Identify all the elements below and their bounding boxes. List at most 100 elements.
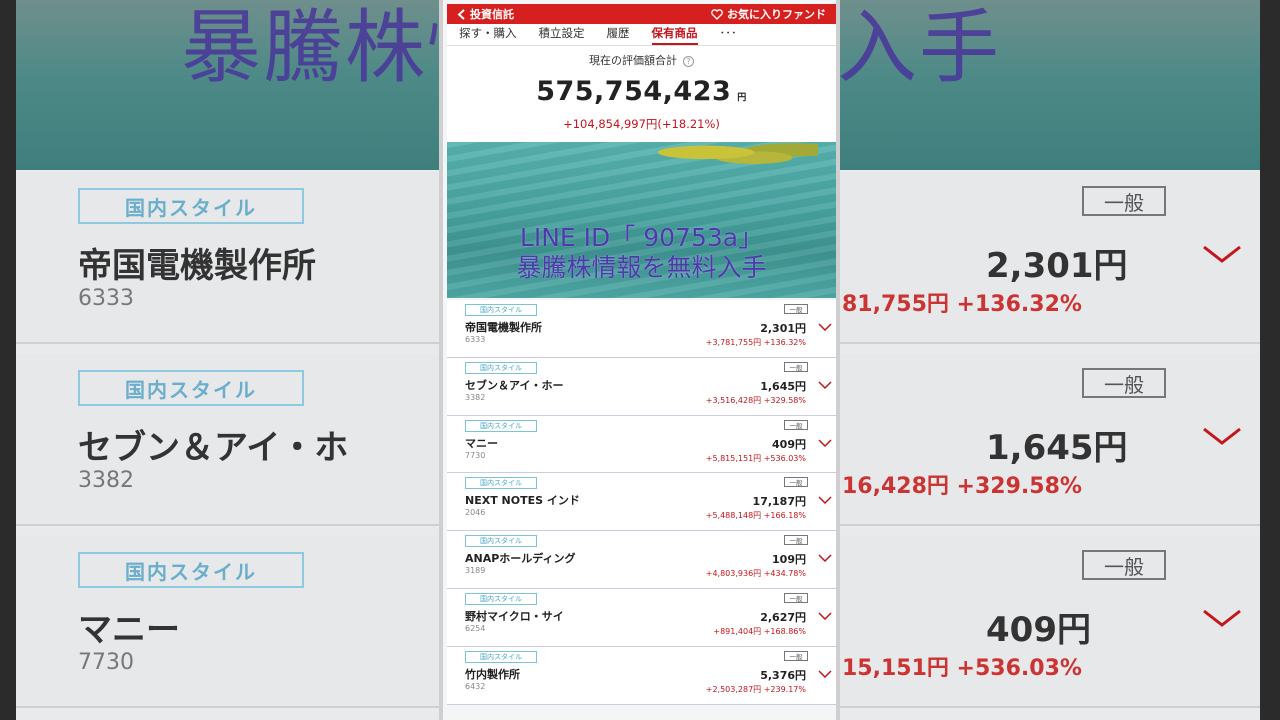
holding-price: 2,627円 — [760, 610, 806, 624]
overlay-text-line-2: 暴騰株情報を無料入手 — [516, 253, 767, 282]
chevron-down-icon — [1203, 427, 1241, 445]
category-tag: 国内スタイル — [465, 592, 537, 605]
holding-code: 6333 — [465, 335, 486, 344]
tab-recurring-setup[interactable]: 積立設定 — [539, 25, 585, 45]
holding-name: 帝国電機製作所 — [465, 321, 542, 334]
holding-price: 109円 — [772, 553, 806, 567]
total-valuation-row: 575,754,423 円 — [447, 76, 836, 107]
background-edge-left — [0, 0, 16, 720]
chevron-down-icon[interactable] — [818, 496, 832, 505]
account-type-badge: 一般 — [784, 361, 808, 372]
holding-price: 17,187円 — [752, 495, 806, 509]
holding-name: セブン＆アイ・ホー — [465, 378, 564, 392]
background-account-badge: 一般 — [1082, 368, 1166, 398]
chevron-down-icon[interactable] — [818, 323, 832, 331]
background-stock-code: 3382 — [78, 468, 134, 493]
background-stock-price: 2,301円 — [986, 246, 1128, 286]
total-gain: +104,854,997円(+18.21%) — [563, 117, 720, 131]
summary-label-row: 現在の評価額合計? — [447, 52, 836, 68]
holding-name: NEXT NOTES インド — [465, 494, 580, 508]
background-account-badge: 一般 — [1082, 186, 1166, 216]
leaves-image — [658, 142, 818, 168]
holding-row[interactable]: 国内スタイル 一般 セブン＆アイ・ホー 3382 1,645円 +3,516,4… — [447, 357, 836, 416]
holding-code: 7730 — [465, 450, 486, 460]
category-tag: 国内スタイル — [465, 535, 537, 548]
category-tag: 国内スタイル — [465, 304, 537, 316]
tab-search-buy[interactable]: 探す・購入 — [459, 25, 517, 45]
background-stock-code: 7730 — [78, 650, 134, 675]
water-image-overlay: LINE ID「 90753a」 暴騰株情報を無料入手 — [447, 142, 836, 298]
back-button[interactable]: 投資信託 — [457, 6, 514, 22]
help-icon[interactable]: ? — [683, 55, 694, 67]
account-type-badge: 一般 — [784, 304, 808, 314]
favorite-funds-button[interactable]: お気に入りファンド — [711, 6, 826, 22]
background-category-tag: 国内スタイル — [78, 188, 304, 224]
heart-icon — [711, 8, 723, 20]
holding-change: +2,503,287円 +239.17% — [705, 684, 806, 694]
chevron-down-icon[interactable] — [818, 439, 832, 447]
holding-row[interactable]: 国内スタイル 一般 NEXT NOTES インド 2046 17,187円 +5… — [447, 473, 836, 532]
chevron-down-icon[interactable] — [818, 670, 832, 678]
holding-price: 2,301円 — [760, 322, 806, 335]
holding-change: +5,815,151円 +536.03% — [705, 453, 806, 463]
holding-name: マニー — [465, 436, 498, 450]
category-tag: 国内スタイル — [465, 419, 537, 432]
holding-name: 野村マイクロ・サイ — [465, 609, 564, 623]
summary-label: 現在の評価額合計 — [589, 54, 677, 67]
account-type-badge: 一般 — [784, 477, 808, 488]
holding-code: 3189 — [465, 566, 486, 576]
header-bar: 投資信託 お気に入りファンド — [447, 4, 836, 24]
account-type-badge: 一般 — [784, 535, 808, 546]
holding-price: 1,645円 — [760, 379, 806, 393]
favorite-funds-label: お気に入りファンド — [727, 8, 826, 21]
holding-row[interactable]: 国内スタイル 一般 マニー 7730 409円 +5,815,151円 +536… — [447, 415, 836, 474]
background-category-tag: 国内スタイル — [78, 370, 304, 406]
background-stock-change: 81,755円 +136.32% — [842, 292, 1082, 317]
holding-name: ANAPホールディング — [465, 552, 576, 566]
valuation-summary: 現在の評価額合計? 575,754,423 円 +104,854,997円(+18… — [447, 46, 836, 142]
chevron-down-icon — [1203, 245, 1241, 263]
account-type-badge: 一般 — [784, 650, 808, 661]
holding-row[interactable]: 国内スタイル 一般 野村マイクロ・サイ 6254 2,627円 +891,404… — [447, 588, 836, 647]
chevron-down-icon[interactable] — [818, 612, 832, 620]
category-tag: 国内スタイル — [465, 361, 537, 374]
chevron-left-icon — [457, 8, 465, 20]
background-stock-price: 1,645円 — [986, 428, 1128, 468]
account-type-badge: 一般 — [784, 592, 808, 603]
background-category-tag: 国内スタイル — [78, 552, 304, 588]
chevron-down-icon — [1203, 609, 1241, 627]
background-edge-right — [1260, 0, 1280, 720]
tab-more[interactable]: ･･･ — [720, 25, 737, 45]
tab-holdings[interactable]: 保有商品 — [651, 25, 698, 45]
holding-code: 3382 — [465, 392, 486, 402]
holding-code: 2046 — [465, 508, 486, 518]
holding-code: 6254 — [465, 623, 486, 633]
holding-code: 6432 — [465, 681, 486, 691]
holding-change: +3,781,755円 +136.32% — [705, 338, 806, 347]
holding-change: +3,516,428円 +329.58% — [705, 395, 806, 405]
holding-price: 409円 — [772, 437, 806, 451]
holding-change: +891,404円 +168.86% — [713, 626, 806, 636]
chevron-down-icon[interactable] — [818, 381, 832, 389]
holding-row[interactable]: 国内スタイル 一般 竹内製作所 6432 5,376円 +2,503,287円 … — [447, 646, 836, 705]
total-unit: 円 — [737, 93, 747, 103]
background-stock-name: マニー — [78, 610, 180, 650]
background-account-badge: 一般 — [1082, 550, 1166, 580]
holding-change: +5,488,148円 +166.18% — [705, 511, 806, 521]
tab-bar: 探す・購入 積立設定 履歴 保有商品 ･･･ — [447, 24, 836, 46]
total-valuation: 575,754,423 — [536, 76, 732, 107]
back-label: 投資信託 — [470, 8, 514, 21]
chevron-down-icon[interactable] — [818, 554, 832, 563]
holding-row[interactable]: 国内スタイル 一般 ANAPホールディング 3189 109円 +4,803,9… — [447, 531, 836, 589]
tab-history[interactable]: 履歴 — [607, 25, 630, 45]
holding-price: 5,376円 — [760, 668, 806, 682]
holdings-list: 国内スタイル 一般 帝国電機製作所 6333 2,301円 +3,781,755… — [447, 300, 836, 705]
account-type-badge: 一般 — [784, 419, 808, 430]
holding-change: +4,803,936円 +434.78% — [705, 569, 806, 579]
background-stock-name: 帝国電機製作所 — [78, 246, 316, 286]
phone-screen: 投資信託 お気に入りファンド 探す・購入 積立設定 履歴 保有商品 ･･･ 現在… — [439, 0, 840, 720]
background-stock-change: 15,151円 +536.03% — [842, 656, 1082, 681]
holding-row[interactable]: 国内スタイル 一般 帝国電機製作所 6333 2,301円 +3,781,755… — [447, 300, 836, 358]
background-stock-price: 409円 — [986, 610, 1091, 650]
holding-name: 竹内製作所 — [465, 667, 520, 681]
